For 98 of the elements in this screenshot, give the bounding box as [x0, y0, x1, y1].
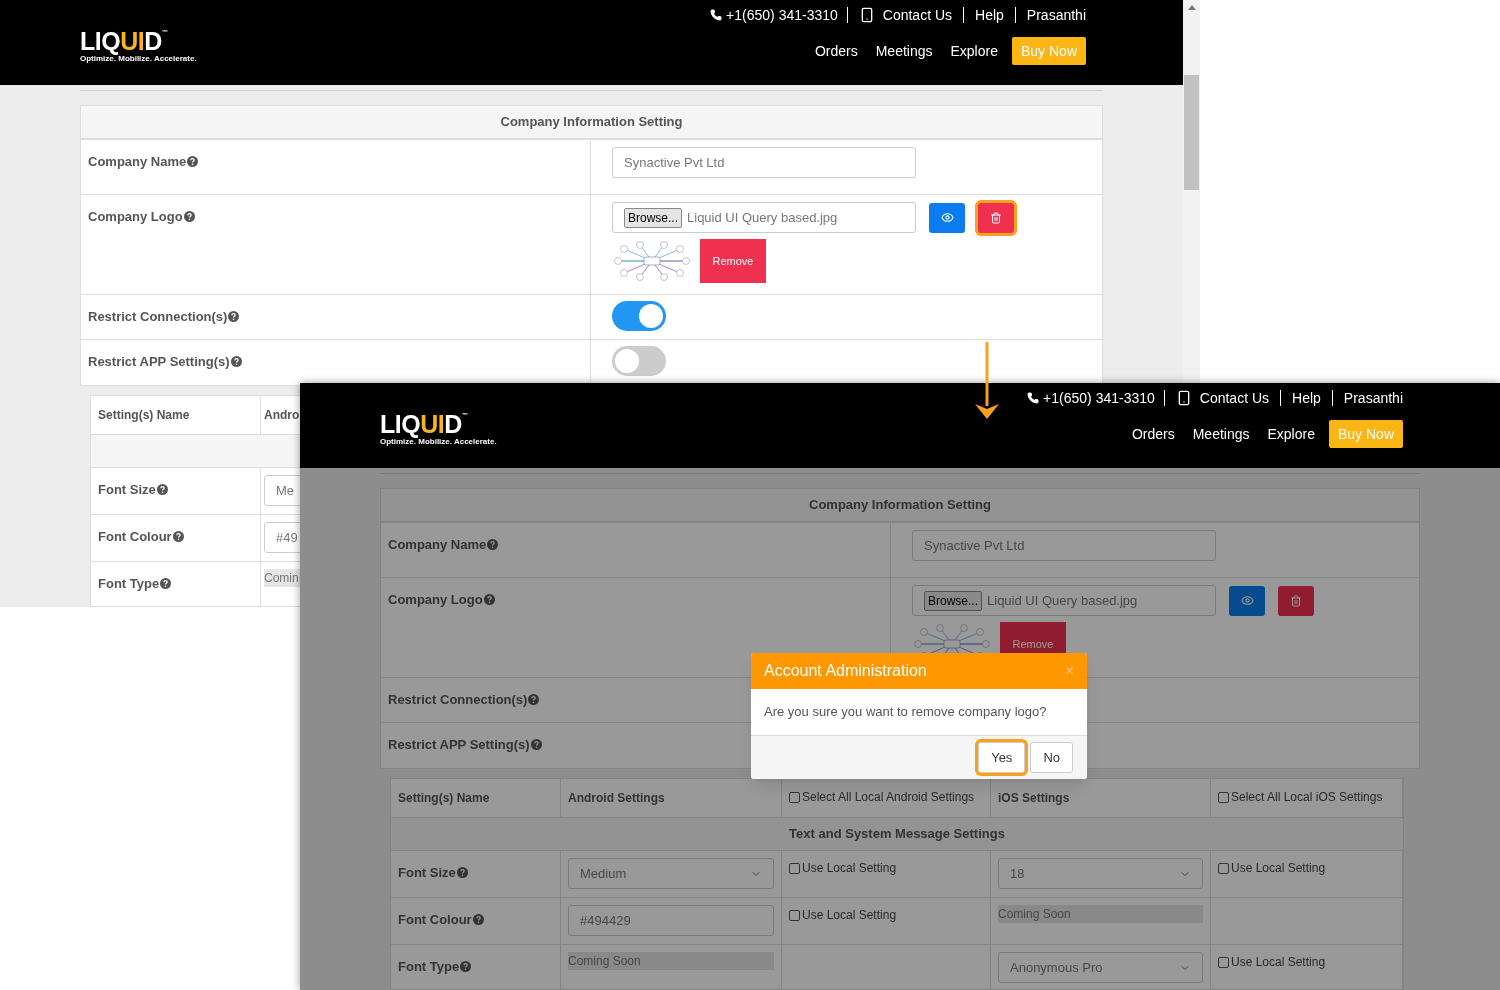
trash-icon — [990, 211, 1002, 224]
eye-icon — [940, 211, 954, 224]
help-icon — [472, 914, 484, 925]
header-link[interactable]: Prasanthi — [1014, 7, 1086, 23]
checkbox-label: Use Local Setting — [1231, 860, 1326, 877]
dialog-message: Are you sure you want to remove company logo? — [764, 703, 1047, 722]
help-icon — [487, 539, 499, 550]
checkbox-label: Select All Local Android Settings — [802, 789, 975, 806]
header-link[interactable]: Help — [963, 7, 1015, 23]
help-icon — [530, 739, 542, 750]
help-icon — [456, 867, 468, 878]
help-icon — [230, 356, 242, 367]
section-title: Text and System Message Settings — [789, 825, 1005, 844]
view-button[interactable] — [929, 202, 965, 233]
logo-letters: LIQ — [80, 28, 121, 54]
checkbox-label: Use Local Setting — [1231, 954, 1326, 971]
contact-link[interactable]: Contact Us — [1163, 390, 1281, 406]
logo-letters: UI — [120, 28, 145, 54]
nav-link[interactable]: Orders — [814, 40, 858, 62]
field-label: Restrict APP Setting(s) — [388, 737, 542, 752]
help-icon — [160, 578, 172, 589]
field-label: Company Logo — [388, 592, 495, 607]
column-header: iOS Settings — [998, 790, 1070, 807]
checkbox[interactable] — [789, 862, 800, 874]
remove-button[interactable]: Remove — [700, 239, 766, 283]
setting-label: Font Colour — [98, 529, 184, 544]
column-header: Android Settings — [568, 790, 665, 807]
checkbox-label: Select All Local iOS Settings — [1231, 789, 1383, 806]
coming-soon-label: Coming Soon — [568, 952, 774, 970]
help-icon — [156, 484, 168, 495]
field-label: Company Logo — [88, 209, 195, 224]
help-icon — [483, 594, 495, 605]
company-name-field[interactable]: Synactive Pvt Ltd — [612, 147, 916, 178]
phone-icon — [1027, 392, 1040, 404]
field-label: Restrict Connection(s) — [388, 692, 540, 707]
eye-icon — [1240, 594, 1254, 607]
help-icon — [187, 156, 199, 167]
file-input[interactable]: Browse... Liquid UI Query based.jpg — [912, 585, 1216, 616]
logo-letters: LIQ — [380, 411, 421, 437]
header-link[interactable]: Help — [1280, 390, 1332, 406]
view-button[interactable] — [1229, 585, 1265, 616]
logo-tagline: Optimize. Mobilize. Accelerate. — [80, 54, 197, 63]
setting-label: Font Type — [398, 959, 472, 974]
coming-soon-label: Comin — [264, 569, 301, 587]
checkbox[interactable] — [1218, 791, 1229, 803]
logo-letters: D — [144, 28, 162, 54]
logo-letters: D — [444, 411, 462, 437]
delete-button[interactable] — [1278, 585, 1314, 616]
toggle-switch[interactable] — [612, 301, 666, 331]
trash-icon — [1290, 594, 1302, 607]
nav-link[interactable]: Explore — [950, 40, 998, 62]
field-label: Restrict APP Setting(s) — [88, 354, 242, 369]
dialog-button[interactable]: Yes — [978, 742, 1026, 773]
browse-button[interactable]: Browse... — [924, 590, 982, 611]
field-label: Company Name — [388, 537, 499, 552]
field-label: Restrict Connection(s) — [88, 309, 240, 324]
file-name: Liquid UI Query based.jpg — [987, 591, 1138, 610]
delete-button[interactable] — [978, 202, 1014, 233]
browse-button[interactable]: Browse... — [624, 207, 682, 228]
nav-link[interactable]: Explore — [1267, 423, 1315, 445]
column-header: Setting(s) Name — [98, 407, 190, 424]
nav-link[interactable]: Meetings — [875, 40, 933, 62]
checkbox[interactable] — [1218, 862, 1229, 874]
section-title: Company Information Setting — [500, 113, 683, 132]
help-icon — [228, 311, 240, 322]
logo-letters: UI — [420, 411, 445, 437]
checkbox[interactable] — [789, 791, 800, 803]
help-icon — [183, 211, 195, 222]
column-header: Setting(s) Name — [398, 790, 490, 807]
phone-link[interactable]: +1(650) 341-3310 — [710, 4, 847, 26]
setting-label: Font Size — [98, 482, 168, 497]
file-name: Liquid UI Query based.jpg — [687, 208, 838, 227]
checkbox[interactable] — [1218, 956, 1229, 968]
coming-soon-label: Coming Soon — [998, 905, 1203, 923]
setting-label: Font Size — [398, 865, 468, 880]
nav-link[interactable]: Orders — [1131, 423, 1175, 445]
file-input[interactable]: Browse... Liquid UI Query based.jpg — [612, 202, 916, 233]
dialog-button[interactable]: No — [1030, 742, 1073, 773]
checkbox-label: Use Local Setting — [802, 860, 897, 877]
header-link[interactable]: Prasanthi — [1331, 390, 1403, 406]
help-icon — [528, 694, 540, 705]
help-icon — [460, 961, 472, 972]
phone-icon — [710, 9, 723, 21]
scroll-up-icon[interactable] — [1187, 4, 1196, 10]
toggle-switch[interactable] — [612, 346, 666, 376]
contact-link[interactable]: Contact Us — [846, 7, 964, 23]
field-label: Company Name — [88, 154, 199, 169]
setting-label: Font Type — [98, 576, 172, 591]
nav-link[interactable]: Meetings — [1192, 423, 1250, 445]
dialog-title: Account Administration — [764, 661, 927, 681]
checkbox-label: Use Local Setting — [802, 907, 897, 924]
setting-label: Font Colour — [398, 912, 484, 927]
logo-tagline: Optimize. Mobilize. Accelerate. — [380, 437, 497, 446]
phone-link[interactable]: +1(650) 341-3310 — [1027, 387, 1164, 409]
section-title: Company Information Setting — [809, 496, 991, 515]
checkbox[interactable] — [789, 909, 800, 921]
column-header: Andro — [264, 407, 300, 424]
help-icon — [172, 531, 184, 542]
